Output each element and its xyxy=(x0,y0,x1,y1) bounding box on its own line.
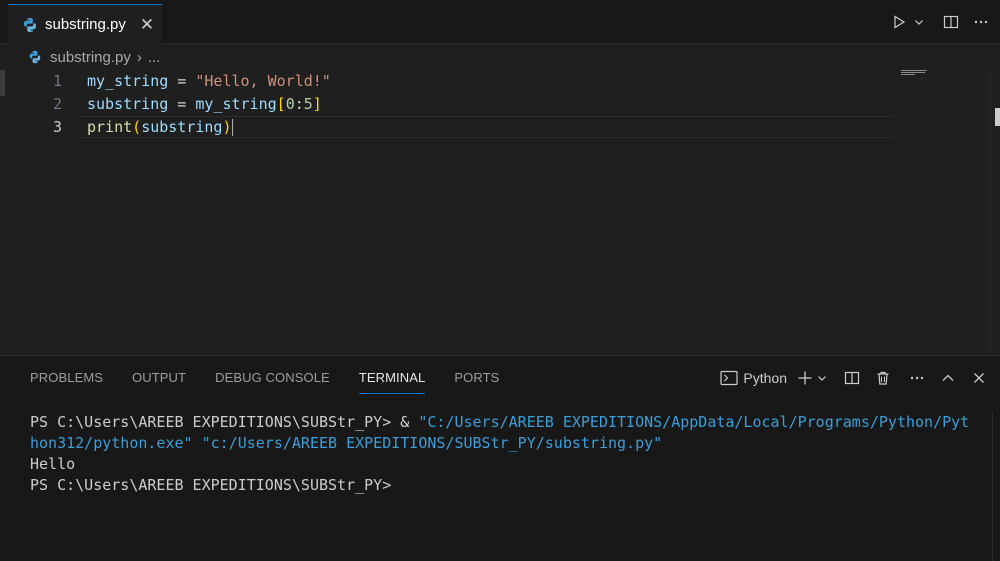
chevron-down-icon[interactable] xyxy=(912,10,926,34)
editor-scrollbar-thumb[interactable] xyxy=(995,108,1000,126)
tab-terminal[interactable]: TERMINAL xyxy=(358,370,426,394)
panel-actions: Python xyxy=(714,366,992,390)
code-token: = xyxy=(168,72,196,90)
code-token: 0 xyxy=(285,95,295,113)
breadcrumb-separator: › xyxy=(136,48,142,66)
tab-debug-console[interactable]: DEBUG CONSOLE xyxy=(215,370,330,394)
code-line[interactable]: my_string = "Hello, World!" xyxy=(87,70,331,93)
terminal-selector-label[interactable]: Python xyxy=(743,370,787,386)
editor-actions xyxy=(886,10,994,34)
breadcrumb-file[interactable]: substring.py xyxy=(50,49,131,66)
line-number-gutter: 1 2 3 xyxy=(20,70,62,139)
editor-scrollbar-track xyxy=(990,70,991,354)
text-cursor xyxy=(231,119,233,136)
code-token: print xyxy=(87,118,133,136)
more-actions-icon[interactable] xyxy=(968,10,994,34)
terminal-python-path: "C:/Users/AREEB EXPEDITIONS/AppData/Loca… xyxy=(418,413,970,431)
chevron-down-icon[interactable] xyxy=(815,366,829,390)
trash-icon[interactable] xyxy=(870,366,896,390)
panel-scrollbar-track xyxy=(992,412,993,561)
sash xyxy=(0,70,5,96)
code-token: my_string xyxy=(195,95,277,113)
close-panel-icon[interactable] xyxy=(966,366,992,390)
code-token: ] xyxy=(312,95,322,113)
split-terminal-icon[interactable] xyxy=(839,366,865,390)
line-number: 2 xyxy=(52,95,62,113)
bottom-panel: PROBLEMS OUTPUT DEBUG CONSOLE TERMINAL P… xyxy=(0,355,1000,561)
add-terminal-icon[interactable] xyxy=(795,366,815,390)
code-lines[interactable]: my_string = "Hello, World!" substring = m… xyxy=(87,70,331,139)
breadcrumb: substring.py › ... xyxy=(28,46,160,68)
line-number: 1 xyxy=(52,72,62,90)
tab-output[interactable]: OUTPUT xyxy=(132,370,186,394)
tab-label: substring.py xyxy=(45,16,126,33)
maximize-panel-icon[interactable] xyxy=(935,366,961,390)
terminal-prompt: PS C:\Users\AREEB EXPEDITIONS\SUBStr_PY> xyxy=(30,413,401,431)
line-number: 3 xyxy=(52,118,62,136)
terminal-icon[interactable] xyxy=(719,366,739,390)
run-icon[interactable] xyxy=(886,10,912,34)
breadcrumb-symbols[interactable]: ... xyxy=(148,49,161,66)
editor-tab-bar: substring.py ✕ xyxy=(0,0,1000,44)
panel-tabs: PROBLEMS OUTPUT DEBUG CONSOLE TERMINAL P… xyxy=(30,370,528,394)
python-file-icon xyxy=(28,50,42,64)
code-token: = xyxy=(168,95,196,113)
code-token: : xyxy=(294,95,304,113)
code-token: 5 xyxy=(303,95,313,113)
close-icon[interactable]: ✕ xyxy=(140,15,154,35)
code-token: substring xyxy=(87,95,169,113)
code-line[interactable]: substring = my_string[0:5] xyxy=(87,93,331,116)
terminal-program-output: Hello xyxy=(30,455,76,473)
code-token: my_string xyxy=(87,72,169,90)
terminal-output[interactable]: PS C:\Users\AREEB EXPEDITIONS\SUBStr_PY>… xyxy=(30,412,975,496)
terminal-command-line-wrap: hon312/python.exe" "c:/Users/AREEB EXPED… xyxy=(30,433,975,454)
tab-ports[interactable]: PORTS xyxy=(454,370,499,394)
terminal-prompt-current: PS C:\Users\AREEB EXPEDITIONS\SUBStr_PY> xyxy=(30,476,392,494)
terminal-call-operator: & xyxy=(400,413,419,431)
terminal-script-path: "c:/Users/AREEB EXPEDITIONS/SUBStr_PY/su… xyxy=(192,434,663,452)
terminal-python-path-cont: hon312/python.exe" xyxy=(30,434,193,452)
code-token: substring xyxy=(141,118,223,136)
code-token: "Hello, World!" xyxy=(195,72,331,90)
terminal-command-line: PS C:\Users\AREEB EXPEDITIONS\SUBStr_PY>… xyxy=(30,412,975,433)
code-token: ( xyxy=(132,118,142,136)
code-token: [ xyxy=(276,95,286,113)
more-actions-icon[interactable] xyxy=(904,366,930,390)
tab-substring-py[interactable]: substring.py ✕ xyxy=(8,4,162,44)
python-file-icon xyxy=(22,17,38,33)
code-token: ) xyxy=(222,118,232,136)
code-editor[interactable]: 123 my_string = "Hello, World!" substring… xyxy=(0,68,1000,355)
split-editor-icon[interactable] xyxy=(938,10,964,34)
tab-problems[interactable]: PROBLEMS xyxy=(30,370,103,394)
minimap[interactable] xyxy=(901,70,927,76)
code-line[interactable]: print(substring) xyxy=(87,116,331,139)
